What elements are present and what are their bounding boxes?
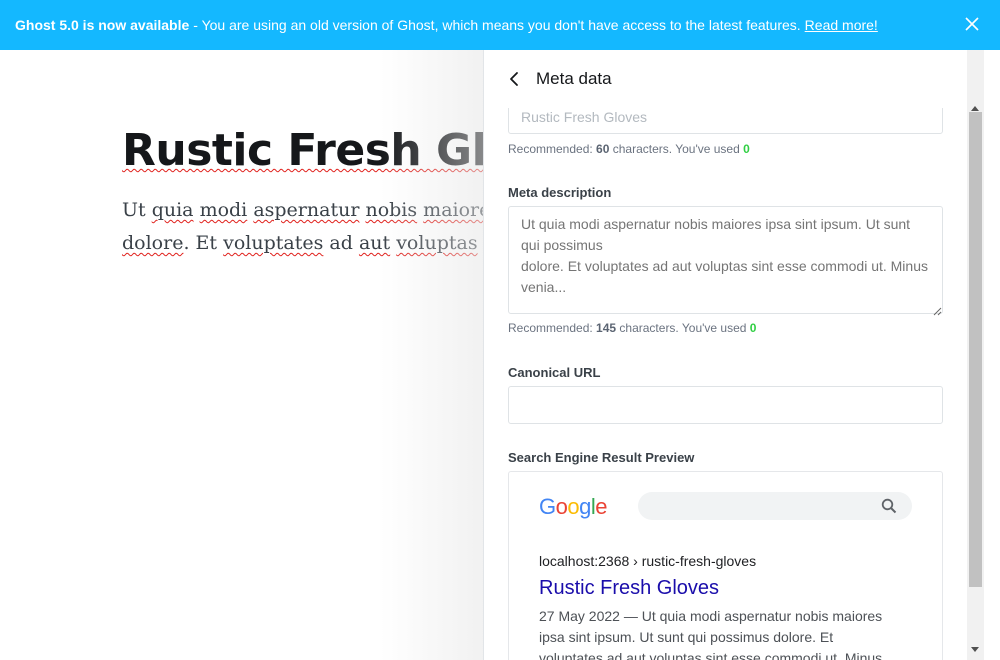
banner-headline: Ghost 5.0 is now available <box>15 17 190 33</box>
panel-header: Meta data <box>484 50 967 108</box>
panel-scrollbar[interactable] <box>967 50 984 660</box>
back-chevron-icon[interactable] <box>506 70 524 88</box>
preview-url: localhost:2368 › rustic-fresh-gloves <box>539 553 757 569</box>
banner-message: - You are using an old version of Ghost,… <box>193 17 801 33</box>
resize-grip-icon[interactable] <box>932 303 942 316</box>
close-icon[interactable] <box>962 14 982 34</box>
search-result-preview: Google localhost:2368 › rustic-fresh-glo… <box>508 471 943 660</box>
meta-description-textarea[interactable] <box>508 206 943 314</box>
scroll-thumb[interactable] <box>969 112 982 587</box>
canonical-url-input[interactable] <box>508 386 943 424</box>
meta-description-label: Meta description <box>508 185 612 200</box>
meta-data-panel: Rustic Fresh Gloves Meta data Recommende… <box>483 50 967 660</box>
scroll-down-arrow-icon[interactable] <box>971 647 979 652</box>
scroll-up-arrow-icon[interactable] <box>971 106 979 111</box>
search-icon <box>881 498 897 514</box>
post-title[interactable]: Rustic Fresh Glo <box>122 125 516 176</box>
search-preview-label: Search Engine Result Preview <box>508 450 695 465</box>
preview-search-bar <box>638 492 912 520</box>
panel-title: Meta data <box>536 69 612 88</box>
google-logo: Google <box>539 494 608 519</box>
read-more-link[interactable]: Read more! <box>805 17 878 33</box>
preview-description: 27 May 2022 — Ut quia modi aspernatur no… <box>539 608 883 660</box>
canonical-url-label: Canonical URL <box>508 365 601 380</box>
meta-title-hint: Recommended: 60 characters. You've used … <box>508 142 750 156</box>
update-banner: Ghost 5.0 is now available - You are usi… <box>0 0 1000 50</box>
right-gutter <box>984 50 1000 660</box>
meta-description-hint: Recommended: 145 characters. You've used… <box>508 321 757 335</box>
preview-title: Rustic Fresh Gloves <box>539 577 720 599</box>
